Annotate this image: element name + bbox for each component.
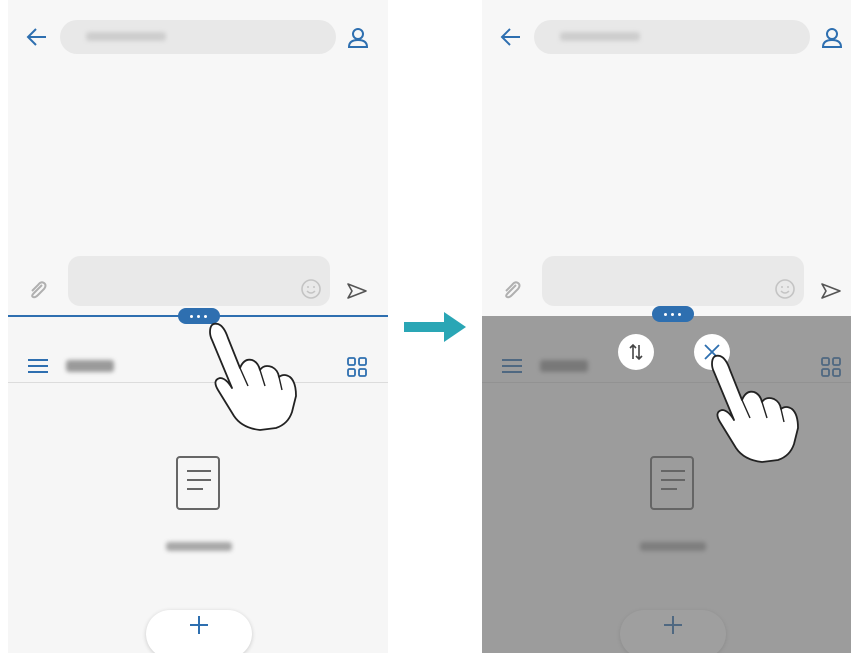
notes-title [66,360,114,372]
paperclip-icon[interactable] [502,279,522,299]
right-arrow-icon [404,312,466,342]
hamburger-menu-icon[interactable] [28,358,48,374]
send-icon[interactable] [820,282,842,300]
contact-icon[interactable] [347,27,369,49]
message-input[interactable] [542,256,804,306]
swap-updown-icon [629,343,643,361]
message-input[interactable] [68,256,330,306]
emoji-icon[interactable] [774,278,796,300]
document-icon [176,456,220,510]
swap-apps-button[interactable] [618,334,654,370]
toolbar-divider [8,382,388,383]
back-arrow-icon[interactable] [26,27,48,47]
tap-hand-icon [209,322,297,431]
back-arrow-icon[interactable] [500,27,522,47]
contact-icon[interactable] [821,27,843,49]
emoji-icon[interactable] [300,278,322,300]
split-screen-before [8,0,388,653]
plus-icon [190,616,208,634]
send-icon[interactable] [346,282,368,300]
top-app-messaging [8,0,388,316]
empty-notes-text [166,542,232,551]
grid-view-icon[interactable] [347,357,367,377]
top-app-messaging [482,0,851,316]
paperclip-icon[interactable] [28,279,48,299]
recipient-input[interactable] [60,20,336,54]
add-note-button[interactable] [146,610,252,653]
divider-handle[interactable] [652,306,694,322]
split-screen-after [482,0,851,653]
tap-hand-icon [711,354,799,463]
recipient-input[interactable] [534,20,810,54]
